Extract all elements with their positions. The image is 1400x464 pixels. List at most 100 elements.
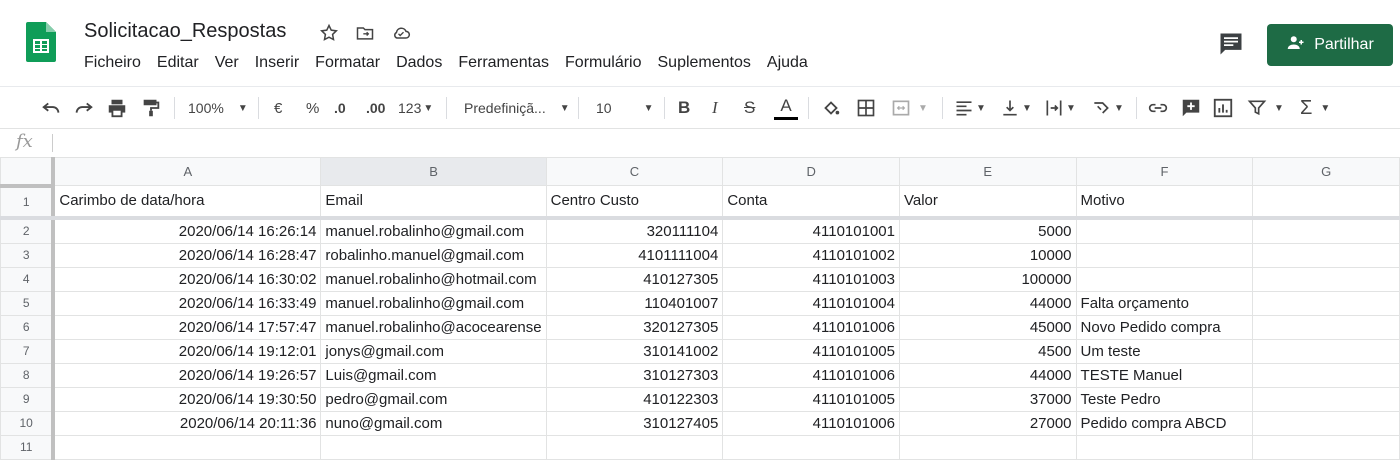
cell[interactable]: 4110101001 [722, 217, 900, 244]
cell[interactable]: 37000 [898, 386, 1077, 412]
bold-icon[interactable]: B [678, 87, 690, 129]
cell[interactable]: 2020/06/14 16:33:49 [52, 290, 322, 316]
cell[interactable]: 4110101006 [722, 314, 900, 340]
cell[interactable]: nuno@gmail.com [320, 410, 547, 436]
row-header[interactable]: 1 [0, 185, 56, 220]
cell[interactable]: 44000 [898, 290, 1077, 316]
vertical-align-icon[interactable]: ▼ [1000, 87, 1032, 129]
functions-icon[interactable]: Σ ▼ [1300, 87, 1330, 129]
cell[interactable]: 2020/06/14 19:30:50 [52, 386, 322, 412]
cell[interactable]: Conta [722, 185, 900, 220]
cell[interactable]: Centro Custo [545, 185, 724, 220]
row-header[interactable]: 2 [0, 217, 56, 244]
insert-link-icon[interactable] [1146, 87, 1170, 129]
zoom-select[interactable]: 100% ▼ [188, 87, 248, 129]
cell[interactable]: 4110101006 [722, 410, 900, 436]
cell[interactable] [1252, 242, 1400, 268]
cell[interactable] [1075, 217, 1254, 244]
cell[interactable]: 2020/06/14 19:12:01 [52, 338, 322, 364]
row-header[interactable]: 8 [0, 362, 56, 388]
row-header[interactable]: 7 [0, 338, 56, 364]
italic-icon[interactable]: I [712, 87, 718, 129]
cell[interactable]: Luis@gmail.com [320, 362, 547, 388]
cell[interactable]: 4110101005 [722, 386, 900, 412]
cell[interactable]: 110401007 [545, 290, 724, 316]
cell[interactable]: manuel.robalinho@acocearense [320, 314, 547, 340]
cell[interactable]: 45000 [898, 314, 1077, 340]
row-header[interactable]: 10 [0, 410, 56, 436]
cell[interactable]: Motivo [1075, 185, 1254, 220]
sheets-logo-icon[interactable] [26, 22, 56, 62]
menu-formatar[interactable]: Formatar [315, 54, 380, 72]
insert-comment-icon[interactable] [1180, 87, 1202, 129]
cell[interactable] [545, 434, 724, 460]
cell[interactable]: 5000 [898, 217, 1077, 244]
column-header-d[interactable]: D [722, 157, 900, 186]
cloud-saved-icon[interactable] [390, 22, 412, 44]
cell[interactable]: 410122303 [545, 386, 724, 412]
paint-format-icon[interactable] [140, 87, 162, 129]
cell[interactable]: 4110101006 [722, 362, 900, 388]
more-formats-select[interactable]: 123 ▼ [398, 87, 433, 129]
cell[interactable]: Email [320, 185, 547, 220]
cell[interactable] [1075, 434, 1254, 460]
column-header-b[interactable]: B [320, 157, 547, 186]
document-title[interactable]: Solicitacao_Respostas [84, 20, 286, 43]
column-header-g[interactable]: G [1252, 157, 1400, 186]
cell[interactable] [1252, 362, 1400, 388]
text-color-icon[interactable]: A [774, 87, 798, 129]
cell[interactable] [1252, 290, 1400, 316]
font-size-select[interactable]: 10 ▼ [596, 87, 653, 129]
text-wrap-icon[interactable]: ▼ [1044, 87, 1076, 129]
print-icon[interactable] [106, 87, 128, 129]
column-header-c[interactable]: C [545, 157, 724, 186]
increase-decimal-button[interactable]: .00 [366, 87, 385, 129]
cell[interactable] [320, 434, 547, 460]
menu-ficheiro[interactable]: Ficheiro [84, 54, 141, 72]
menu-ver[interactable]: Ver [215, 54, 239, 72]
cell[interactable]: 100000 [898, 266, 1077, 292]
select-all-corner[interactable] [0, 157, 56, 188]
cell[interactable]: 310127405 [545, 410, 724, 436]
cell[interactable] [1252, 386, 1400, 412]
text-rotation-icon[interactable]: ▼ [1090, 87, 1124, 129]
cell[interactable]: 320127305 [545, 314, 724, 340]
menu-suplementos[interactable]: Suplementos [658, 54, 751, 72]
menu-inserir[interactable]: Inserir [255, 54, 299, 72]
column-header-a[interactable]: A [52, 157, 322, 186]
cell[interactable]: 4110101004 [722, 290, 900, 316]
cell[interactable] [1252, 185, 1400, 220]
fill-color-icon[interactable] [820, 87, 842, 129]
cell[interactable]: 10000 [898, 242, 1077, 268]
comment-icon[interactable] [1216, 30, 1246, 58]
cell[interactable]: TESTE Manuel [1075, 362, 1254, 388]
merge-cells-icon[interactable]: ▼ [890, 87, 928, 129]
menu-dados[interactable]: Dados [396, 54, 442, 72]
cell[interactable]: Teste Pedro [1075, 386, 1254, 412]
horizontal-align-icon[interactable]: ▼ [954, 87, 986, 129]
insert-chart-icon[interactable] [1212, 87, 1234, 129]
cell[interactable]: jonys@gmail.com [320, 338, 547, 364]
cell[interactable]: 2020/06/14 16:26:14 [52, 217, 322, 244]
cell[interactable]: 4101111004 [545, 242, 724, 268]
cell[interactable] [722, 434, 900, 460]
cell[interactable]: 410127305 [545, 266, 724, 292]
filter-icon[interactable]: ▼ [1246, 87, 1284, 129]
strikethrough-icon[interactable]: S [744, 87, 755, 129]
cell[interactable]: manuel.robalinho@gmail.com [320, 217, 547, 244]
cell[interactable] [1252, 338, 1400, 364]
percent-format-button[interactable]: % [306, 87, 319, 129]
cell[interactable]: 310127303 [545, 362, 724, 388]
cell[interactable] [1252, 410, 1400, 436]
cell[interactable]: 4110101005 [722, 338, 900, 364]
row-header[interactable]: 4 [0, 266, 56, 292]
cell[interactable] [1075, 242, 1254, 268]
cell[interactable]: 2020/06/14 19:26:57 [52, 362, 322, 388]
cell[interactable] [1252, 434, 1400, 460]
cell[interactable]: 2020/06/14 17:57:47 [52, 314, 322, 340]
cell[interactable]: Valor [898, 185, 1077, 220]
row-header[interactable]: 11 [0, 434, 56, 460]
menu-ajuda[interactable]: Ajuda [767, 54, 808, 72]
menu-ferramentas[interactable]: Ferramentas [458, 54, 549, 72]
undo-icon[interactable] [40, 87, 62, 129]
